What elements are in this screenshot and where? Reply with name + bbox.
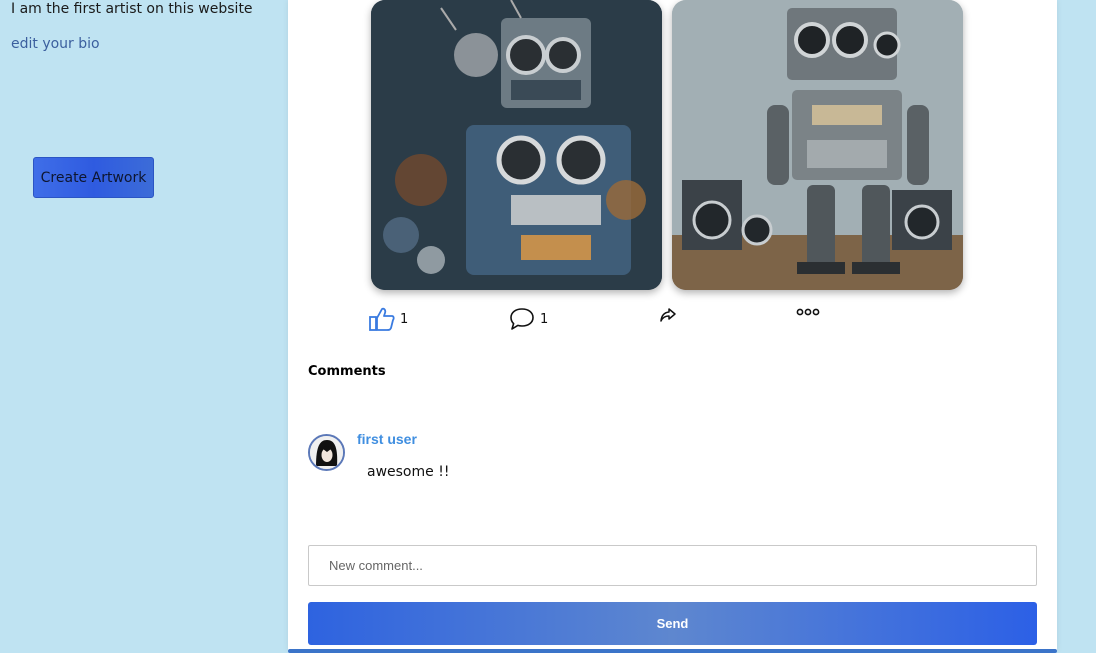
edit-bio-link[interactable]: edit your bio: [11, 36, 100, 52]
post-panel: 1 1 Comments first user awesome !! Send: [288, 0, 1057, 651]
thumbs-up-icon[interactable]: [369, 307, 395, 331]
send-button[interactable]: Send: [308, 602, 1037, 645]
more-dots-icon[interactable]: [796, 307, 820, 317]
comments-heading: Comments: [308, 364, 386, 379]
panel-bottom-divider: [288, 649, 1057, 653]
sidebar: I am the first artist on this website ed…: [0, 0, 288, 653]
artwork-image-2[interactable]: [672, 0, 963, 290]
comment-username[interactable]: first user: [357, 431, 417, 447]
new-comment-input[interactable]: [308, 545, 1037, 586]
more-options-action[interactable]: [796, 307, 820, 317]
robot-artwork-icon: [371, 0, 662, 290]
share-action[interactable]: [659, 307, 677, 323]
user-avatar-icon: [310, 436, 343, 469]
robot-artwork-icon: [672, 0, 963, 290]
comment-action[interactable]: 1: [509, 307, 548, 331]
like-count: 1: [400, 311, 409, 327]
artist-bio: I am the first artist on this website: [11, 1, 253, 17]
avatar[interactable]: [308, 434, 345, 471]
comment-text: awesome !!: [367, 464, 450, 480]
artwork-image-1[interactable]: [371, 0, 662, 290]
share-arrow-icon[interactable]: [659, 307, 677, 323]
create-artwork-button[interactable]: Create Artwork: [33, 157, 154, 198]
speech-bubble-icon[interactable]: [509, 307, 535, 331]
like-action[interactable]: 1: [369, 307, 408, 331]
comment-count: 1: [540, 311, 549, 327]
